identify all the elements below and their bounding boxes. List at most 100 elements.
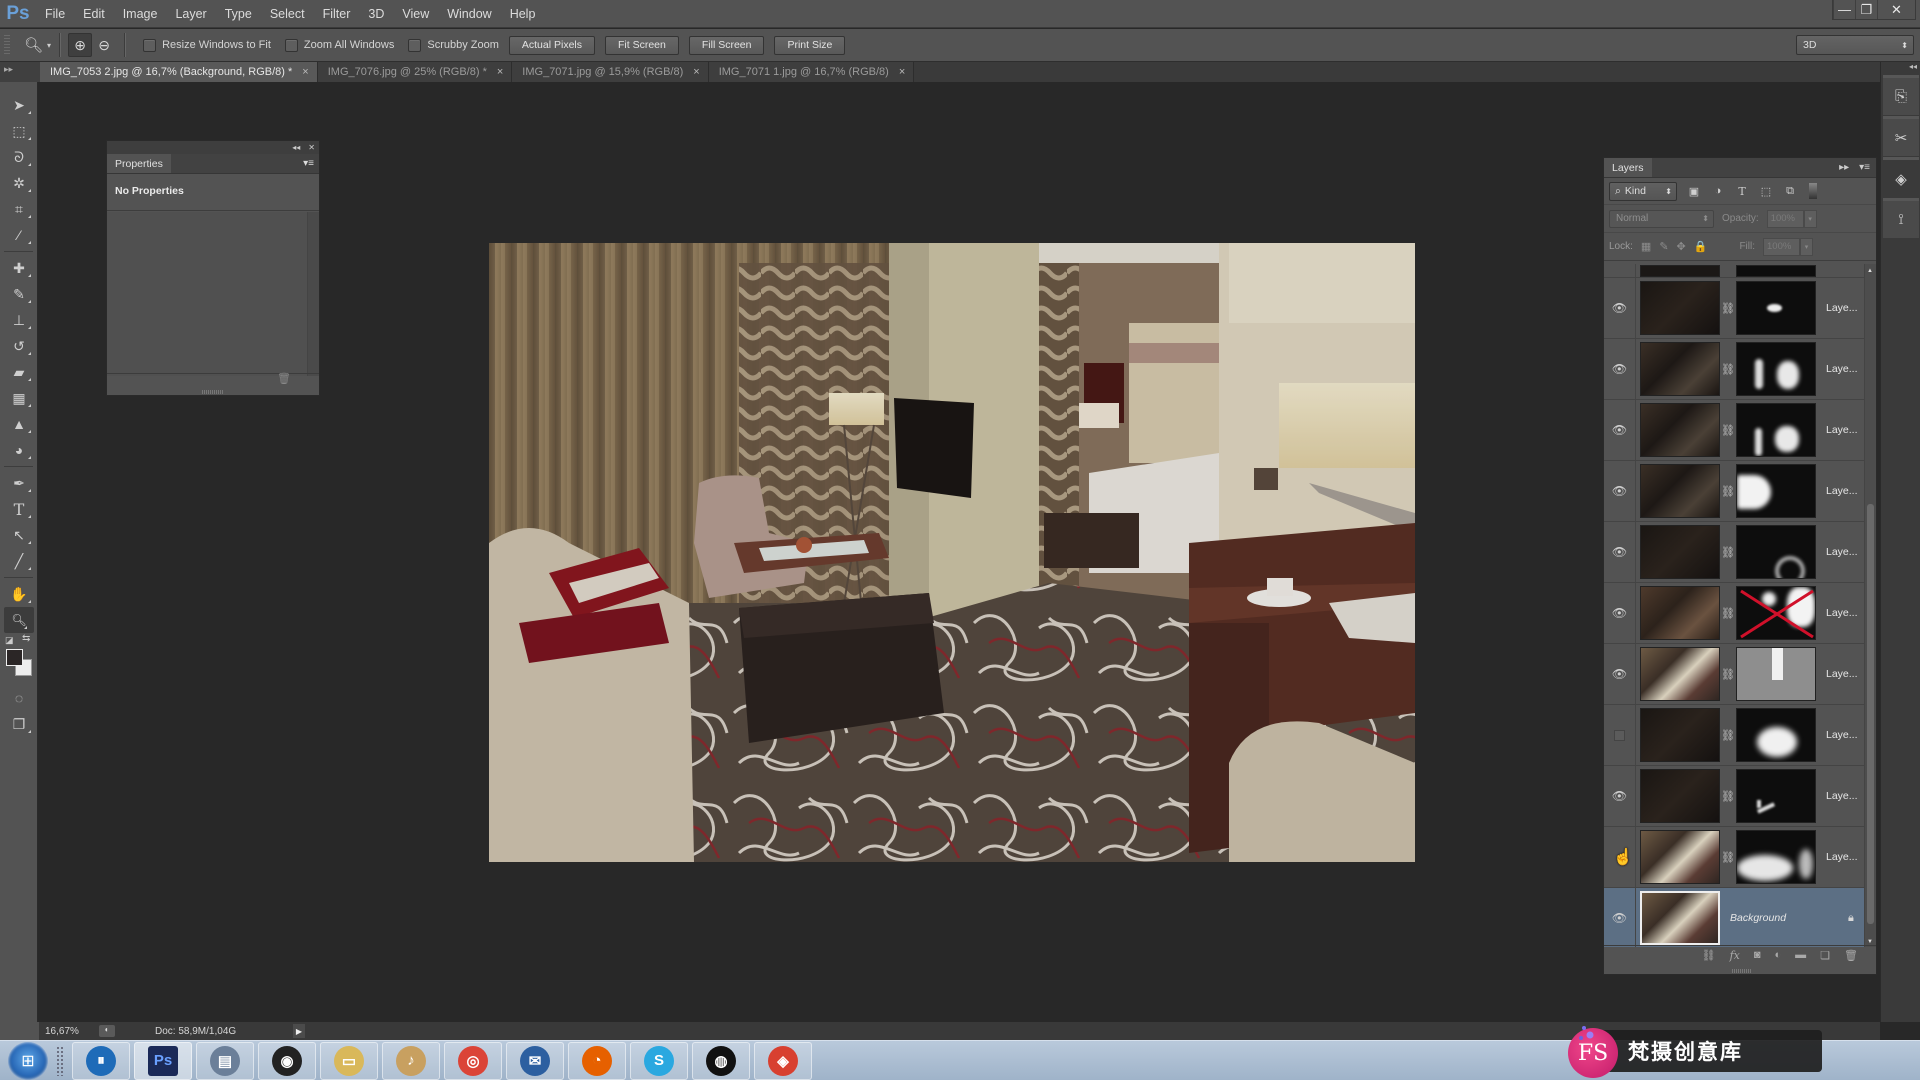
eye-icon[interactable]: 👁︎ (1612, 667, 1627, 681)
screen-mode-button[interactable]: ❐ (0, 711, 38, 737)
type-tool[interactable]: T (0, 496, 38, 522)
mask-link-icon[interactable]: ⛓ (1720, 729, 1736, 742)
mask-link-icon[interactable]: ⛓ (1720, 851, 1736, 864)
smart-object-filter-icon[interactable]: ⧉ (1783, 185, 1797, 198)
scroll-up-icon[interactable]: ▲ (1867, 268, 1873, 274)
menu-view[interactable]: View (393, 0, 438, 28)
mask-link-icon[interactable]: ⛓ (1720, 546, 1736, 559)
link-layers-icon[interactable]: ⛓ (1702, 949, 1716, 962)
lock-position-icon[interactable]: ✥ (1677, 240, 1686, 253)
crop-tool[interactable]: ⌗ (0, 196, 38, 222)
adjustment-layer-icon[interactable]: ◐ (1775, 949, 1782, 961)
tab-img-7071-1[interactable]: IMG_7071 1.jpg @ 16,7% (RGB/8) × (708, 62, 915, 82)
toolbox-grip[interactable] (0, 82, 37, 92)
mask-link-icon[interactable]: ⛓ (1720, 424, 1736, 437)
layer-row[interactable]: 👁︎ ⛓ Laye... (1604, 522, 1866, 583)
layer-mask-thumbnail[interactable] (1736, 342, 1816, 396)
menu-file[interactable]: File (36, 0, 74, 28)
layer-mask-thumbnail[interactable] (1736, 647, 1816, 701)
layer-mask-thumbnail[interactable] (1736, 830, 1816, 884)
layer-name[interactable]: Laye... (1826, 302, 1858, 314)
type-filter-icon[interactable]: T (1735, 185, 1749, 198)
lasso-tool[interactable]: ᘐ (0, 144, 38, 170)
new-group-icon[interactable]: ▬ (1795, 949, 1806, 961)
move-tool[interactable]: ➤ (0, 92, 38, 118)
tab-img-7076[interactable]: IMG_7076.jpg @ 25% (RGB/8) * × (317, 62, 513, 82)
layer-row[interactable]: 👁︎ ⛓ Laye... (1604, 583, 1866, 644)
layer-thumbnail[interactable] (1640, 647, 1720, 701)
taskbar-audio-app[interactable]: ♪ (382, 1041, 440, 1080)
scrollbar-thumb[interactable] (1867, 504, 1874, 924)
history-brush-tool[interactable]: ↺ (0, 333, 38, 359)
zoom-level[interactable]: 16,67% (39, 1026, 99, 1037)
checkbox-box[interactable] (408, 38, 422, 52)
tab-layers[interactable]: Layers (1604, 158, 1652, 177)
menu-filter[interactable]: Filter (314, 0, 360, 28)
collapse-panel-icon[interactable]: ◂◂ (292, 143, 300, 152)
layer-mask-thumbnail[interactable] (1736, 264, 1816, 277)
resize-grip[interactable] (202, 390, 224, 394)
visibility-toggle[interactable]: 👁︎ (1604, 522, 1636, 582)
tab-img-7053-2[interactable]: IMG_7053 2.jpg @ 16,7% (Background, RGB/… (40, 62, 318, 82)
layer-row-partial[interactable] (1604, 264, 1866, 278)
options-bar-grip[interactable] (4, 35, 10, 55)
layer-row[interactable]: ☝ ⛓ Laye... (1604, 827, 1866, 888)
gradient-tool[interactable]: ▦ (0, 385, 38, 411)
menu-image[interactable]: Image (114, 0, 167, 28)
history-panel-button[interactable]: ⎘ (1883, 75, 1919, 115)
status-menu-arrow[interactable]: ▶ (293, 1024, 305, 1038)
quick-mask-button[interactable]: ◌ (0, 685, 38, 711)
default-colors-icon[interactable]: ◪ (5, 635, 14, 646)
taskbar-firefox[interactable]: ◔ (568, 1041, 626, 1080)
path-selection-tool[interactable]: ↖ (0, 522, 38, 548)
taskbar-file-explorer[interactable]: ▭ (320, 1041, 378, 1080)
visibility-toggle[interactable]: ☝ (1604, 827, 1636, 887)
hand-tool[interactable]: ✋ (0, 581, 38, 607)
layer-thumbnail[interactable] (1640, 586, 1720, 640)
paths-panel-button[interactable]: ⟟ (1883, 198, 1919, 238)
layer-row[interactable]: 👁︎ ⛓ Laye... (1604, 766, 1866, 827)
hidden-visibility-box[interactable] (1614, 729, 1625, 741)
brush-tool[interactable]: ✎ (0, 281, 38, 307)
lock-pixels-icon[interactable]: ✎ (1659, 240, 1668, 253)
layer-thumbnail[interactable] (1640, 281, 1720, 335)
minimize-button[interactable]: — (1833, 0, 1855, 19)
layer-row[interactable]: 👁︎ ⛓ Laye... (1604, 461, 1866, 522)
visibility-toggle[interactable]: 👁︎ (1604, 644, 1636, 704)
visibility-toggle[interactable]: 👁︎ (1604, 339, 1636, 399)
blend-mode-select[interactable]: Normal ⬍ (1609, 209, 1714, 228)
foreground-color[interactable] (6, 649, 23, 666)
layer-row[interactable]: 👁︎ ⛓ Laye... (1604, 400, 1866, 461)
layer-row[interactable]: 👁︎ ⛓ Laye... (1604, 278, 1866, 339)
layer-thumbnail[interactable] (1640, 342, 1720, 396)
tab-properties[interactable]: Properties (107, 154, 171, 173)
dodge-tool[interactable]: ◕ (0, 437, 38, 463)
layers-scrollbar[interactable]: ▲ ▼ (1864, 264, 1876, 947)
resize-windows-checkbox[interactable]: Resize Windows to Fit (143, 38, 271, 52)
layer-thumbnail[interactable] (1640, 525, 1720, 579)
start-button[interactable]: ⊞ (8, 1041, 48, 1080)
layer-name[interactable]: Laye... (1826, 607, 1858, 619)
healing-brush-tool[interactable]: ✚ (0, 255, 38, 281)
taskbar-chrome[interactable]: ◎ (444, 1041, 502, 1080)
layer-name[interactable]: Laye... (1826, 424, 1858, 436)
layer-style-icon[interactable]: fx (1730, 949, 1740, 962)
filter-toggle[interactable] (1809, 183, 1817, 199)
layer-thumbnail[interactable] (1640, 264, 1720, 277)
new-layer-icon[interactable]: ❏ (1820, 949, 1830, 962)
trash-icon[interactable]: 🗑 (277, 372, 291, 385)
layer-mask-thumbnail[interactable] (1736, 281, 1816, 335)
eye-icon[interactable]: 👁︎ (1612, 789, 1627, 803)
zoom-out-button[interactable]: ⊖ (92, 33, 116, 57)
visibility-toggle[interactable]: 👁︎ (1604, 888, 1636, 947)
layer-row[interactable]: ⛓ Laye... (1604, 705, 1866, 766)
layer-name[interactable]: Laye... (1826, 790, 1858, 802)
eraser-tool[interactable]: ▰ (0, 359, 38, 385)
close-tab-icon[interactable]: × (497, 66, 503, 78)
layer-mask-thumbnail[interactable] (1736, 769, 1816, 823)
delete-layer-icon[interactable]: 🗑 (1844, 949, 1858, 962)
panel-menu-icon[interactable]: ▾≡ (1859, 162, 1870, 173)
taskbar-thunderbird[interactable]: ✉ (506, 1041, 564, 1080)
visibility-toggle[interactable]: 👁︎ (1604, 766, 1636, 826)
actual-pixels-button[interactable]: Actual Pixels (508, 35, 595, 55)
